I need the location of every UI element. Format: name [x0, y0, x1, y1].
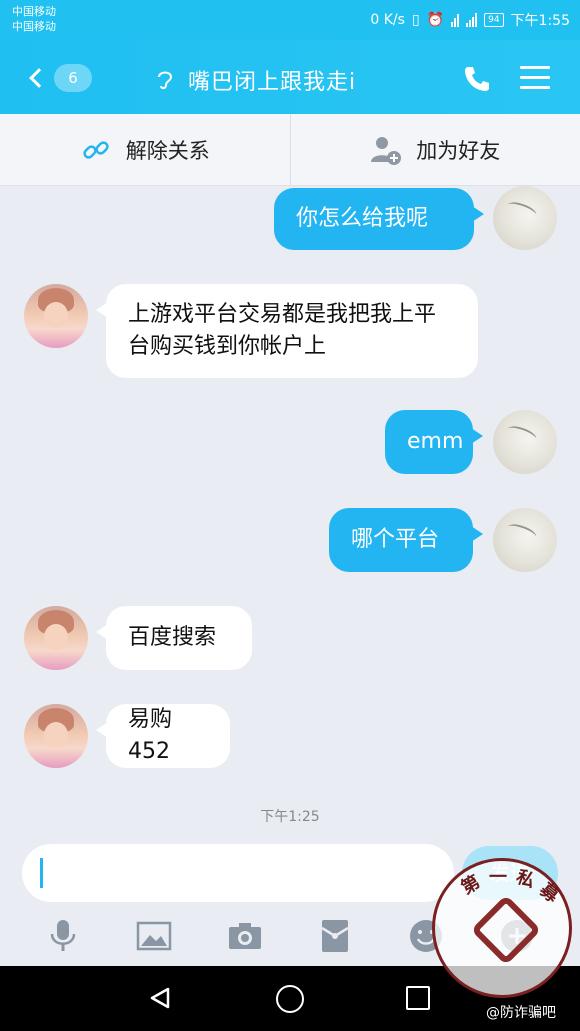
- nav-back-icon[interactable]: [148, 986, 172, 1010]
- ear-icon: [158, 71, 173, 90]
- stamp-logo-icon: [470, 894, 542, 966]
- message-text: 上游戏平台交易都是我把我上平台购买钱到你帐户上: [128, 302, 437, 359]
- watermark-caption: @防诈骗吧: [486, 1005, 556, 1021]
- image-button[interactable]: [134, 916, 174, 956]
- voice-button[interactable]: [43, 916, 83, 956]
- camera-icon: [228, 923, 261, 949]
- contact-avatar[interactable]: [24, 284, 88, 348]
- chat-header: 6 嘴巴闭上跟我走i: [0, 40, 580, 114]
- net-speed: 0 K/s: [370, 12, 405, 28]
- message-bubble-incoming[interactable]: 易购452: [96, 704, 230, 768]
- message-bubble-outgoing[interactable]: 你怎么给我呢: [274, 188, 484, 250]
- unlink-label: 解除关系: [125, 138, 210, 163]
- message-bubble-incoming[interactable]: 百度搜索: [96, 606, 252, 670]
- add-user-icon: [371, 136, 402, 165]
- message-text: 你怎么给我呢: [296, 206, 429, 231]
- contact-avatar[interactable]: [24, 704, 88, 768]
- stamp-char-3: 私: [513, 866, 538, 893]
- chevron-left-icon: [29, 68, 49, 88]
- unlink-button[interactable]: 解除关系: [0, 114, 290, 185]
- stamp-char-1: 第: [457, 871, 484, 899]
- message-bubble-incoming[interactable]: 上游戏平台交易都是我把我上平台购买钱到你帐户上: [96, 284, 478, 378]
- chat-title: 嘴巴闭上跟我走i: [188, 70, 357, 95]
- message-input[interactable]: [22, 844, 454, 902]
- contact-avatar[interactable]: [24, 606, 88, 670]
- unread-badge: 6: [54, 64, 92, 92]
- my-avatar[interactable]: [493, 186, 557, 250]
- menu-icon[interactable]: [520, 66, 550, 92]
- link-icon: [83, 140, 109, 159]
- text-cursor: [40, 858, 43, 888]
- stamp-char-2: 一: [489, 867, 507, 888]
- alarm-icon: ⏰: [426, 12, 445, 28]
- nav-recents-icon[interactable]: [406, 986, 430, 1010]
- message-text: emm: [407, 429, 464, 454]
- microphone-icon: [51, 920, 76, 951]
- status-bar: 中国移动 中国移动 0 K/s ▯ ⏰ 94 下午1:55: [0, 0, 580, 40]
- message-timestamp: 下午1:25: [260, 809, 320, 825]
- message-text: 易购452: [128, 707, 173, 764]
- wifi-icon: [451, 13, 460, 27]
- message-bubble-outgoing[interactable]: 哪个平台: [329, 508, 483, 572]
- back-button[interactable]: 6: [24, 60, 94, 96]
- clock: 下午1:55: [510, 13, 570, 29]
- carrier-label-2: 中国移动: [12, 20, 56, 33]
- message-list[interactable]: 你怎么给我呢 上游戏平台交易都是我把我上平台购买钱到你帐户上 emm 哪个平台 …: [0, 186, 580, 842]
- my-avatar[interactable]: [493, 410, 557, 474]
- carrier-label-1: 中国移动: [12, 5, 56, 18]
- relationship-actions: 解除关系 加为好友: [0, 114, 580, 186]
- message-text: 哪个平台: [351, 527, 440, 552]
- message-bubble-outgoing[interactable]: emm: [385, 410, 483, 474]
- nav-home-icon[interactable]: [276, 985, 304, 1013]
- battery-icon: 94: [484, 13, 504, 27]
- add-friend-label: 加为好友: [416, 138, 501, 163]
- my-avatar[interactable]: [493, 508, 557, 572]
- image-icon: [136, 921, 172, 951]
- watermark-stamp: 第 一 私 募: [432, 858, 572, 998]
- red-packet-button[interactable]: [315, 916, 355, 956]
- message-text: 百度搜索: [128, 625, 217, 650]
- camera-button[interactable]: [225, 916, 265, 956]
- status-indicators: 0 K/s ▯ ⏰ 94 下午1:55: [370, 10, 570, 30]
- phone-icon[interactable]: [462, 64, 492, 94]
- signal-icon: [466, 13, 478, 27]
- red-packet-icon: [321, 920, 349, 952]
- vibrate-icon: ▯: [411, 12, 420, 28]
- add-friend-button[interactable]: 加为好友: [289, 114, 580, 185]
